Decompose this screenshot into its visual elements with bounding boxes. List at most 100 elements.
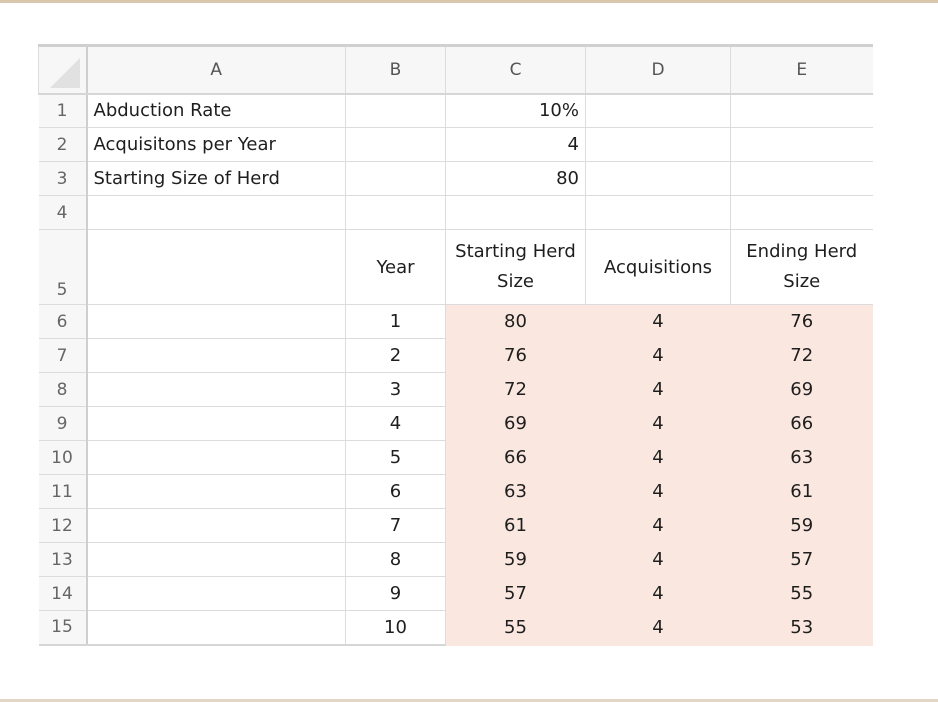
cell-b1[interactable] xyxy=(345,93,446,128)
cell-starting-herd-size[interactable]: 59 xyxy=(445,542,586,577)
cell-acquisitions[interactable]: 4 xyxy=(585,610,731,646)
cell-ending-herd-size[interactable]: 66 xyxy=(730,406,873,441)
cell-a9[interactable] xyxy=(86,406,346,441)
cell-year[interactable]: 10 xyxy=(345,610,446,646)
cell-starting-herd-size[interactable]: 80 xyxy=(445,304,586,339)
row-header[interactable]: 6 xyxy=(38,304,88,339)
cell-starting-herd-size[interactable]: 76 xyxy=(445,338,586,373)
row-header[interactable]: 8 xyxy=(38,372,88,407)
row-header[interactable]: 10 xyxy=(38,440,88,475)
column-header-e[interactable]: E xyxy=(730,44,873,95)
cell-ending-herd-size[interactable]: 76 xyxy=(730,304,873,339)
cell-e3[interactable] xyxy=(730,161,873,196)
cell-a12[interactable] xyxy=(86,508,346,543)
row-header[interactable]: 14 xyxy=(38,576,88,611)
cell-year[interactable]: 9 xyxy=(345,576,446,611)
cell-a7[interactable] xyxy=(86,338,346,373)
cell-d4[interactable] xyxy=(585,195,731,230)
row-header[interactable]: 1 xyxy=(38,93,88,128)
row-header[interactable]: 3 xyxy=(38,161,88,196)
row-header[interactable]: 12 xyxy=(38,508,88,543)
cell-d2[interactable] xyxy=(585,127,731,162)
cell-year[interactable]: 8 xyxy=(345,542,446,577)
cell-ending-herd-size[interactable]: 63 xyxy=(730,440,873,475)
row-header[interactable]: 9 xyxy=(38,406,88,441)
cell-b2[interactable] xyxy=(345,127,446,162)
cell-acquisitions[interactable]: 4 xyxy=(585,440,731,475)
cell-a2[interactable]: Acquisitons per Year xyxy=(86,127,346,162)
spreadsheet-grid: A B C D E 1 Abduction Rate 10% 2 Acquisi… xyxy=(38,44,873,646)
cell-a1[interactable]: Abduction Rate xyxy=(86,93,346,128)
cell-acquisitions[interactable]: 4 xyxy=(585,338,731,373)
cell-acquisitions[interactable]: 4 xyxy=(585,372,731,407)
cell-acquisitions[interactable]: 4 xyxy=(585,542,731,577)
cell-c5-starting-herd-size-header[interactable]: Starting Herd Size xyxy=(445,229,586,305)
cell-acquisitions[interactable]: 4 xyxy=(585,406,731,441)
cell-e4[interactable] xyxy=(730,195,873,230)
cell-c3[interactable]: 80 xyxy=(445,161,586,196)
select-all-corner[interactable] xyxy=(38,44,88,95)
cell-ending-herd-size[interactable]: 53 xyxy=(730,610,873,646)
cell-ending-herd-size[interactable]: 59 xyxy=(730,508,873,543)
sheet-row-8: 8 3 72 4 69 xyxy=(38,372,873,407)
sheet-row-7: 7 2 76 4 72 xyxy=(38,338,873,373)
cell-ending-herd-size[interactable]: 57 xyxy=(730,542,873,577)
cell-a14[interactable] xyxy=(86,576,346,611)
cell-ending-herd-size[interactable]: 55 xyxy=(730,576,873,611)
cell-year[interactable]: 6 xyxy=(345,474,446,509)
cell-a6[interactable] xyxy=(86,304,346,339)
cell-starting-herd-size[interactable]: 61 xyxy=(445,508,586,543)
cell-a5[interactable] xyxy=(86,229,346,305)
column-header-a[interactable]: A xyxy=(86,44,346,95)
row-header[interactable]: 5 xyxy=(38,229,88,305)
cell-b4[interactable] xyxy=(345,195,446,230)
cell-c4[interactable] xyxy=(445,195,586,230)
sheet-row-12: 12 7 61 4 59 xyxy=(38,508,873,543)
cell-a11[interactable] xyxy=(86,474,346,509)
cell-e2[interactable] xyxy=(730,127,873,162)
column-header-c[interactable]: C xyxy=(445,44,586,95)
cell-starting-herd-size[interactable]: 63 xyxy=(445,474,586,509)
cell-e5-ending-herd-size-header[interactable]: Ending Herd Size xyxy=(730,229,873,305)
row-header[interactable]: 4 xyxy=(38,195,88,230)
cell-d1[interactable] xyxy=(585,93,731,128)
cell-b3[interactable] xyxy=(345,161,446,196)
cell-acquisitions[interactable]: 4 xyxy=(585,474,731,509)
cell-a15[interactable] xyxy=(86,610,346,646)
row-header[interactable]: 11 xyxy=(38,474,88,509)
cell-a13[interactable] xyxy=(86,542,346,577)
cell-year[interactable]: 7 xyxy=(345,508,446,543)
cell-year[interactable]: 3 xyxy=(345,372,446,407)
cell-a10[interactable] xyxy=(86,440,346,475)
cell-starting-herd-size[interactable]: 69 xyxy=(445,406,586,441)
cell-acquisitions[interactable]: 4 xyxy=(585,576,731,611)
cell-d5-acquisitions-header[interactable]: Acquisitions xyxy=(585,229,731,305)
cell-a3[interactable]: Starting Size of Herd xyxy=(86,161,346,196)
cell-b5-year-header[interactable]: Year xyxy=(345,229,446,305)
cell-acquisitions[interactable]: 4 xyxy=(585,304,731,339)
cell-e1[interactable] xyxy=(730,93,873,128)
row-header[interactable]: 2 xyxy=(38,127,88,162)
cell-c1[interactable]: 10% xyxy=(445,93,586,128)
cell-starting-herd-size[interactable]: 57 xyxy=(445,576,586,611)
row-header[interactable]: 13 xyxy=(38,542,88,577)
cell-year[interactable]: 5 xyxy=(345,440,446,475)
cell-a8[interactable] xyxy=(86,372,346,407)
cell-ending-herd-size[interactable]: 61 xyxy=(730,474,873,509)
cell-acquisitions[interactable]: 4 xyxy=(585,508,731,543)
cell-ending-herd-size[interactable]: 72 xyxy=(730,338,873,373)
cell-a4[interactable] xyxy=(86,195,346,230)
cell-starting-herd-size[interactable]: 66 xyxy=(445,440,586,475)
row-header[interactable]: 15 xyxy=(38,610,88,646)
cell-starting-herd-size[interactable]: 72 xyxy=(445,372,586,407)
cell-year[interactable]: 1 xyxy=(345,304,446,339)
cell-d3[interactable] xyxy=(585,161,731,196)
cell-year[interactable]: 4 xyxy=(345,406,446,441)
row-header[interactable]: 7 xyxy=(38,338,88,373)
column-header-d[interactable]: D xyxy=(585,44,731,95)
cell-starting-herd-size[interactable]: 55 xyxy=(445,610,586,646)
cell-c2[interactable]: 4 xyxy=(445,127,586,162)
cell-ending-herd-size[interactable]: 69 xyxy=(730,372,873,407)
cell-year[interactable]: 2 xyxy=(345,338,446,373)
column-header-b[interactable]: B xyxy=(345,44,446,95)
